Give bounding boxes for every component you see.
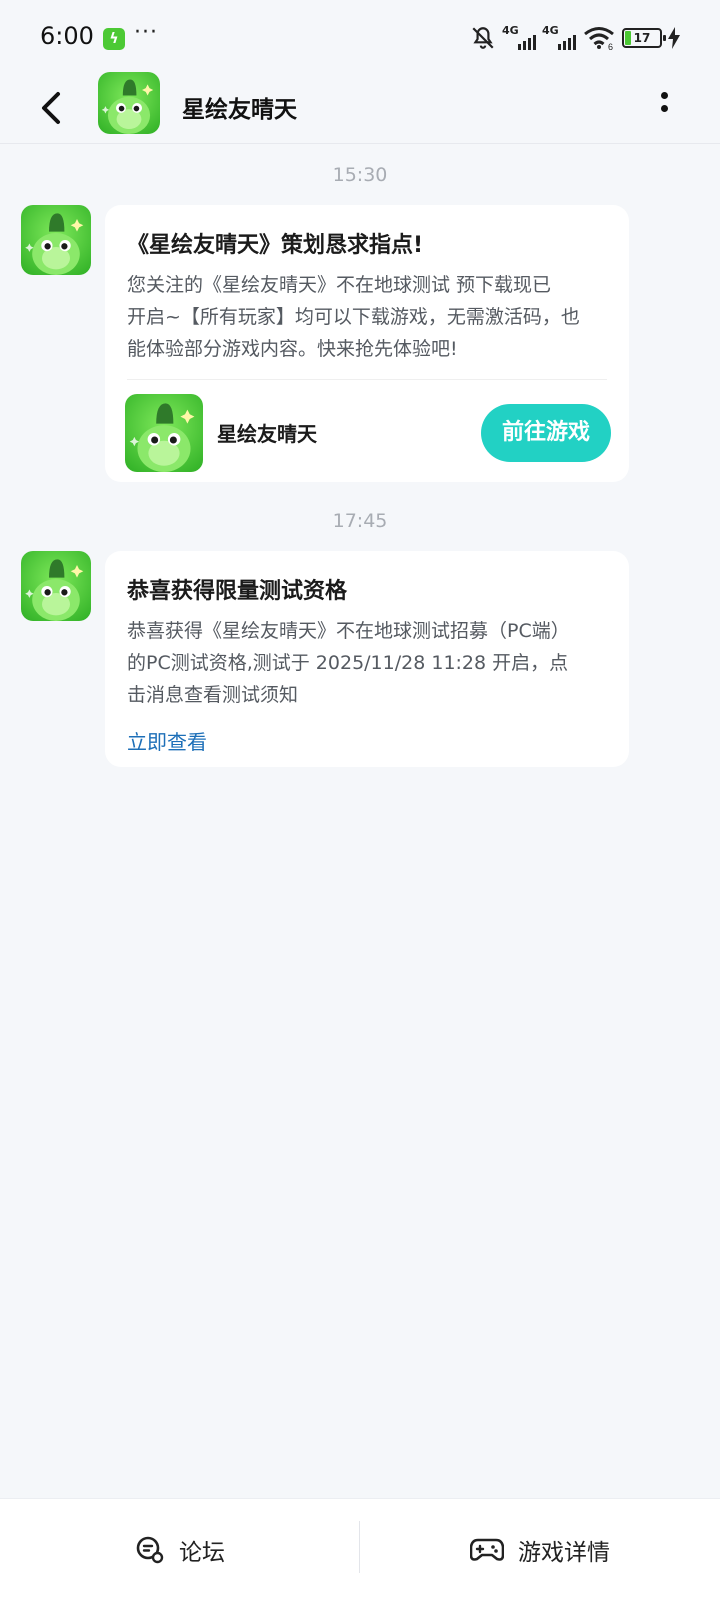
game-icon[interactable]	[125, 394, 203, 472]
go-to-game-button[interactable]: 前往游戏	[481, 404, 611, 462]
message-body-line: 能体验部分游戏内容。快来抢先体验吧!	[127, 338, 458, 360]
chat-header: 星绘友晴天	[0, 72, 720, 144]
wifi-badge: 6	[608, 42, 613, 51]
status-time: 6:00	[40, 22, 94, 50]
game-row[interactable]: 星绘友晴天 前往游戏	[125, 380, 611, 490]
sender-avatar[interactable]	[21, 205, 91, 275]
status-app-icon: ϟ	[103, 28, 125, 50]
notifications-off-icon	[472, 27, 494, 49]
more-vertical-icon	[654, 92, 674, 112]
message-body-line: 开启~【所有玩家】均可以下载游戏，无需激活码，也	[127, 306, 580, 328]
forum-chat-icon	[136, 1536, 164, 1564]
forum-tab[interactable]: 论坛	[0, 1499, 360, 1600]
back-arrow-icon	[42, 92, 60, 124]
view-now-link[interactable]: 立即查看	[127, 727, 607, 757]
status-bar: 6:00 ϟ ··· 4G 4G 6 17	[0, 0, 720, 72]
signal-icon: 4G	[542, 24, 576, 50]
sender-avatar[interactable]	[21, 551, 91, 621]
back-button[interactable]	[30, 82, 74, 134]
forum-label: 论坛	[179, 1540, 225, 1566]
battery-icon: 17	[622, 28, 666, 48]
message-card[interactable]: 恭喜获得限量测试资格 恭喜获得《星绘友晴天》不在地球测试招募（PC端） 的PC测…	[105, 551, 629, 767]
message-title: 恭喜获得限量测试资格	[127, 579, 348, 604]
game-name: 星绘友晴天	[217, 422, 317, 446]
chat-title: 星绘友晴天	[182, 97, 297, 123]
message-body: 恭喜获得《星绘友晴天》不在地球测试招募（PC端） 的PC测试资格,测试于 202…	[127, 615, 607, 711]
message-body-line: 您关注的《星绘友晴天》不在地球测试 预下载现已	[127, 274, 552, 296]
bottom-bar: 论坛 游戏详情	[0, 1498, 720, 1600]
message-body-line: 恭喜获得《星绘友晴天》不在地球测试招募（PC端）	[127, 620, 570, 642]
game-logo-icon	[21, 205, 91, 275]
game-logo-icon	[125, 394, 203, 472]
battery-level: 17	[633, 31, 651, 45]
charging-icon	[668, 27, 680, 49]
network-type-1: 4G	[502, 24, 519, 37]
more-options-button[interactable]	[654, 86, 674, 126]
signal-icon: 4G	[502, 24, 536, 50]
status-more-icon: ···	[134, 20, 158, 45]
game-details-tab[interactable]: 游戏详情	[360, 1499, 720, 1600]
message-card[interactable]: 《星绘友晴天》策划恳求指点! 您关注的《星绘友晴天》不在地球测试 预下载现已 开…	[105, 205, 629, 482]
game-details-label: 游戏详情	[518, 1540, 610, 1566]
gamepad-icon	[470, 1538, 504, 1561]
network-type-2: 4G	[542, 24, 559, 37]
game-logo-icon	[98, 72, 160, 134]
message-timestamp: 17:45	[332, 510, 388, 532]
message-body-line: 击消息查看测试须知	[127, 684, 299, 706]
status-icons: 4G 4G 6 17	[470, 24, 680, 52]
message-body-line: 的PC测试资格,测试于 2025/11/28 11:28 开启，点	[127, 652, 569, 674]
game-logo-icon	[21, 551, 91, 621]
message-body: 您关注的《星绘友晴天》不在地球测试 预下载现已 开启~【所有玩家】均可以下载游戏…	[127, 269, 607, 365]
screen: 6:00 ϟ ··· 4G 4G 6 17 星绘友晴天 15:30 《星绘友晴天…	[0, 0, 720, 1600]
message-title: 《星绘友晴天》策划恳求指点!	[127, 233, 424, 258]
game-avatar[interactable]	[98, 72, 160, 134]
message-timestamp: 15:30	[332, 164, 388, 186]
wifi-icon: 6	[584, 27, 614, 51]
